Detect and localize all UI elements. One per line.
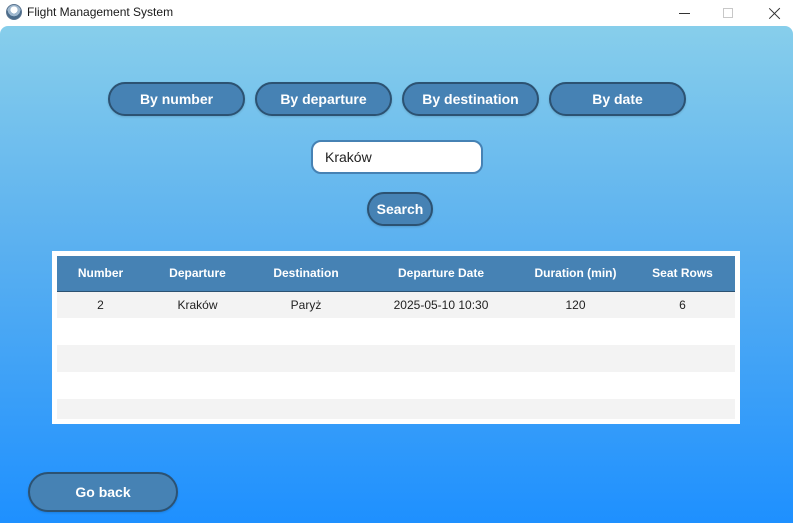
cell-departure-date: 2025-05-10 10:30: [361, 291, 521, 318]
column-header-departure[interactable]: Departure: [144, 256, 251, 292]
minimize-icon: [678, 12, 690, 14]
table-row[interactable]: 2 Kraków Paryż 2025-05-10 10:30 120 6: [57, 291, 735, 318]
column-header-destination[interactable]: Destination: [251, 256, 361, 292]
column-header-duration[interactable]: Duration (min): [521, 256, 630, 292]
maximize-button[interactable]: [705, 0, 751, 26]
empty-table-row: [57, 372, 735, 399]
globe-icon: [6, 4, 22, 20]
close-icon: [768, 7, 781, 20]
column-header-departure-date[interactable]: Departure Date: [361, 256, 521, 292]
filter-by-number-button[interactable]: By number: [108, 82, 245, 116]
search-input[interactable]: [311, 140, 483, 174]
search-button[interactable]: Search: [367, 192, 433, 226]
empty-table-row: [57, 399, 735, 419]
cell-seat-rows: 6: [630, 291, 735, 318]
filter-by-destination-button[interactable]: By destination: [402, 82, 539, 116]
minimize-button[interactable]: [661, 0, 707, 26]
column-header-number[interactable]: Number: [57, 256, 144, 292]
cell-duration: 120: [521, 291, 630, 318]
filter-by-departure-button[interactable]: By departure: [255, 82, 392, 116]
table-header-row: Number Departure Destination Departure D…: [57, 256, 735, 292]
cell-departure: Kraków: [144, 291, 251, 318]
empty-table-row: [57, 345, 735, 372]
cell-number: 2: [57, 291, 144, 318]
title-bar: Flight Management System: [0, 0, 793, 26]
window-title: Flight Management System: [27, 5, 174, 19]
flights-table: Number Departure Destination Departure D…: [52, 251, 740, 424]
cell-destination: Paryż: [251, 291, 361, 318]
maximize-icon: [723, 8, 733, 18]
main-content: By number By departure By destination By…: [0, 26, 793, 523]
column-header-seat-rows[interactable]: Seat Rows: [630, 256, 735, 292]
empty-table-row: [57, 318, 735, 345]
close-button[interactable]: [751, 0, 793, 26]
filter-by-date-button[interactable]: By date: [549, 82, 686, 116]
go-back-button[interactable]: Go back: [28, 472, 178, 512]
